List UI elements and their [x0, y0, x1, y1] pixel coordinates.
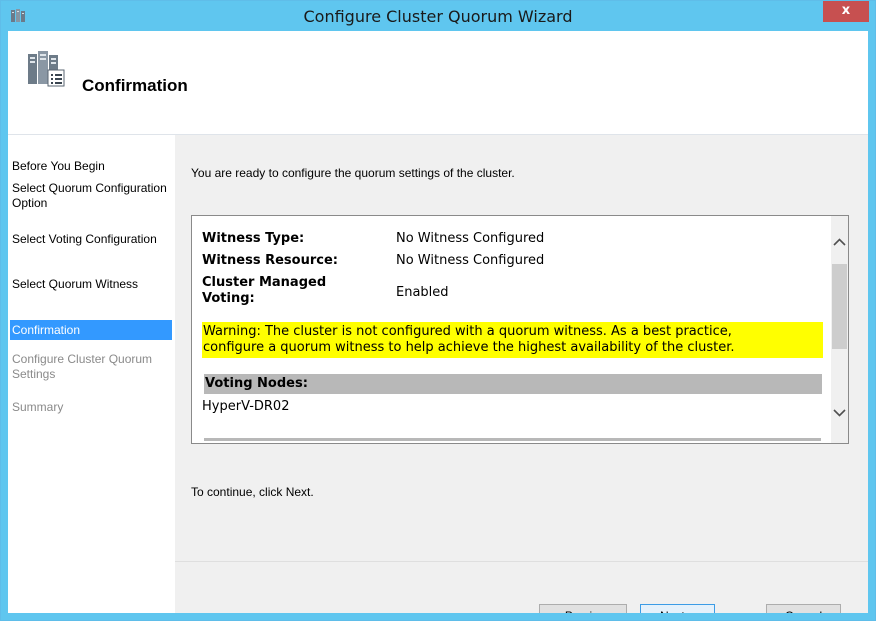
summary-scrollbar[interactable]	[831, 216, 848, 443]
previous-button[interactable]: < Previous	[539, 604, 627, 613]
witness-resource-label: Witness Resource:	[202, 253, 338, 268]
witness-resource-value: No Witness Configured	[396, 253, 545, 268]
nav-step-select-quorum-witness[interactable]: Select Quorum Witness	[10, 277, 172, 292]
wizard-window: Configure Cluster Quorum Wizard x Confir…	[0, 0, 876, 621]
wizard-steps-nav: Before You Begin Select Quorum Configura…	[8, 135, 174, 613]
nav-step-select-voting-configuration[interactable]: Select Voting Configuration	[10, 232, 172, 247]
nav-step-select-quorum-configuration-option[interactable]: Select Quorum Configuration Option	[10, 181, 172, 211]
continue-instruction: To continue, click Next.	[191, 485, 314, 499]
managed-voting-value: Enabled	[396, 285, 449, 300]
scroll-down-arrow-icon[interactable]	[831, 404, 848, 421]
warning-line-2: configure a quorum witness to help achie…	[203, 340, 735, 355]
witness-type-label: Witness Type:	[202, 231, 305, 246]
wizard-header: Confirmation	[8, 31, 868, 135]
footer-divider	[175, 561, 868, 562]
nav-step-summary: Summary	[12, 400, 64, 414]
scroll-up-arrow-icon[interactable]	[831, 234, 848, 251]
witness-type-value: No Witness Configured	[396, 231, 545, 246]
scroll-thumb[interactable]	[832, 264, 847, 349]
voting-nodes-footer-bar	[204, 438, 821, 441]
window-title: Configure Cluster Quorum Wizard	[303, 7, 573, 26]
page-title: Confirmation	[82, 76, 188, 95]
managed-voting-label-line1: Cluster Managed	[202, 275, 327, 290]
confirmation-summary-box[interactable]: Witness Type: No Witness Configured Witn…	[191, 215, 849, 444]
voting-nodes-header: Voting Nodes:	[204, 374, 822, 394]
intro-text: You are ready to configure the quorum se…	[191, 166, 515, 180]
close-button[interactable]: x	[823, 1, 869, 22]
cluster-settings-icon	[28, 51, 65, 87]
title-bar[interactable]: Configure Cluster Quorum Wizard x	[1, 1, 875, 31]
managed-voting-label-line2: Voting:	[202, 291, 255, 306]
quorum-witness-warning: Warning: The cluster is not configured w…	[202, 322, 823, 358]
cancel-button[interactable]: Cancel	[766, 604, 841, 613]
wizard-main-panel: You are ready to configure the quorum se…	[175, 135, 868, 613]
warning-line-1: Warning: The cluster is not configured w…	[203, 324, 732, 339]
nav-step-configure-cluster-quorum-settings: Configure Cluster Quorum Settings	[12, 352, 153, 381]
nav-step-before-you-begin[interactable]: Before You Begin	[10, 159, 172, 174]
nav-step-confirmation[interactable]: Confirmation	[10, 320, 172, 340]
voting-node-item: HyperV-DR02	[202, 399, 290, 414]
wizard-content: Confirmation Before You Begin Select Quo…	[8, 31, 868, 613]
next-button[interactable]: Next >	[640, 604, 715, 613]
